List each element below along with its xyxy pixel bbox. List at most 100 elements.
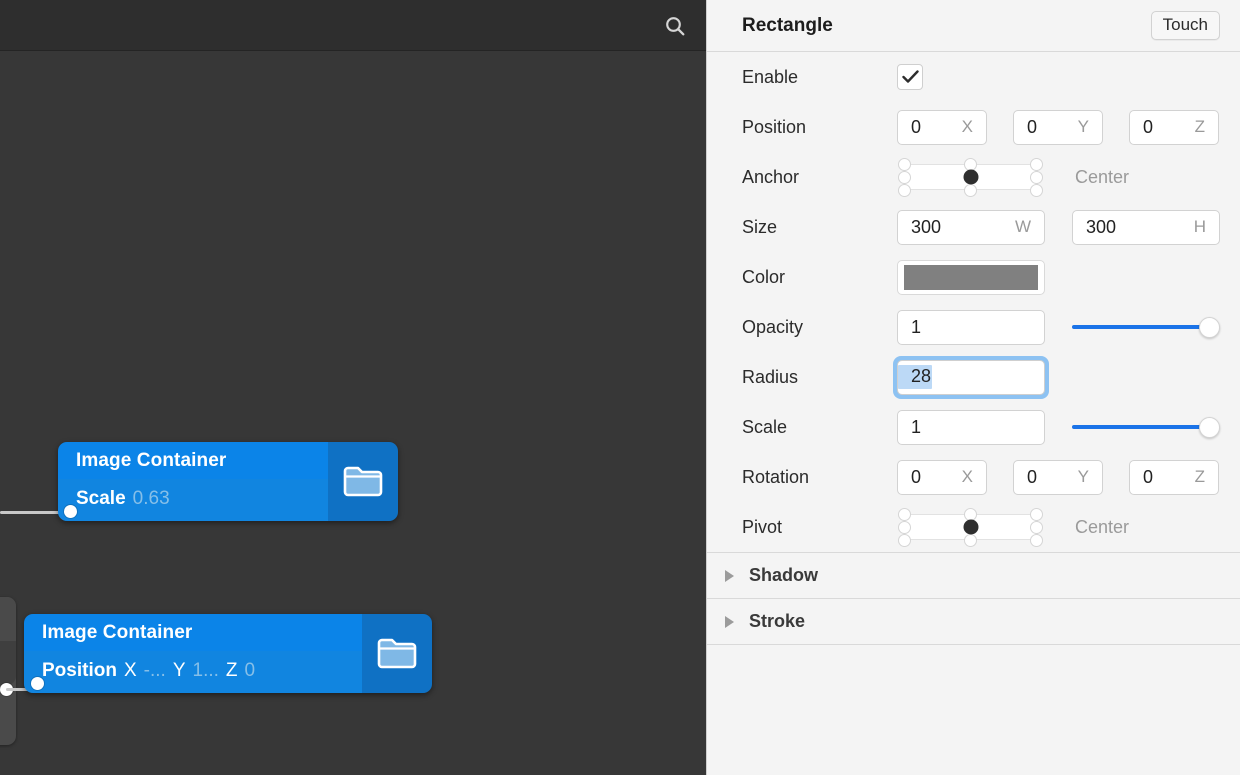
row-opacity: Opacity 1 bbox=[707, 302, 1240, 352]
canvas-toolbar bbox=[0, 0, 706, 51]
size-height-value: 300 bbox=[1086, 216, 1117, 237]
position-z-axis-label: Z bbox=[1194, 117, 1205, 136]
row-color: Color bbox=[707, 252, 1240, 302]
opacity-slider[interactable] bbox=[1072, 315, 1220, 339]
rotation-y-value: 0 bbox=[1027, 466, 1038, 487]
pivot-point-mid-right[interactable] bbox=[1030, 521, 1043, 534]
pivot-point-bottom-left[interactable] bbox=[898, 534, 911, 547]
anchor-point-bottom-left[interactable] bbox=[898, 184, 911, 197]
chevron-right-icon[interactable] bbox=[725, 569, 734, 582]
inspector-header: Rectangle Touch bbox=[707, 0, 1240, 52]
label-size: Size bbox=[742, 216, 778, 237]
size-fields: 300 W 300 H bbox=[897, 209, 1220, 245]
size-height-input[interactable]: 300 H bbox=[1072, 209, 1220, 245]
chevron-right-icon[interactable] bbox=[725, 615, 734, 628]
color-fields bbox=[897, 259, 1045, 295]
inspector-panel: Rectangle Touch Enable Position 0 X 0 Y … bbox=[706, 0, 1240, 775]
pivot-fields: Center bbox=[897, 507, 1129, 547]
row-scale: Scale 1 bbox=[707, 402, 1240, 452]
anchor-picker[interactable] bbox=[897, 157, 1045, 197]
anchor-value-label: Center bbox=[1075, 166, 1130, 187]
rotation-x-input[interactable]: 0 X bbox=[897, 459, 987, 495]
rotation-y-axis-label: Y bbox=[1077, 467, 1089, 486]
node-body: Image Container Position X -... Y 1... Z… bbox=[24, 614, 362, 693]
scale-slider-knob[interactable] bbox=[1199, 417, 1220, 438]
radius-fields: 28 bbox=[893, 355, 1049, 399]
anchor-point-center-selected[interactable] bbox=[963, 169, 979, 185]
position-y-axis-label: Y bbox=[1077, 117, 1089, 136]
pivot-point-top-left[interactable] bbox=[898, 508, 911, 521]
node-property-row[interactable]: Scale 0.63 bbox=[58, 479, 328, 521]
node-icon-pane[interactable] bbox=[362, 614, 432, 693]
pivot-point-mid-left[interactable] bbox=[898, 521, 911, 534]
position-x-input[interactable]: 0 X bbox=[897, 109, 987, 145]
anchor-point-mid-left[interactable] bbox=[898, 171, 911, 184]
anchor-point-top-left[interactable] bbox=[898, 158, 911, 171]
section-stroke-label: Stroke bbox=[749, 611, 806, 631]
anchor-point-bottom-center[interactable] bbox=[964, 184, 977, 197]
opacity-fields: 1 bbox=[897, 309, 1220, 345]
scale-slider[interactable] bbox=[1072, 415, 1220, 439]
label-anchor: Anchor bbox=[742, 166, 800, 187]
scale-slider-track bbox=[1072, 425, 1212, 429]
row-pivot: Pivot Center bbox=[707, 502, 1240, 552]
pivot-picker[interactable] bbox=[897, 507, 1045, 547]
opacity-slider-track bbox=[1072, 325, 1212, 329]
anchor-point-top-right[interactable] bbox=[1030, 158, 1043, 171]
node-title: Image Container bbox=[58, 442, 328, 479]
node-image-container-position[interactable]: Image Container Position X -... Y 1... Z… bbox=[24, 614, 432, 693]
label-color: Color bbox=[742, 266, 786, 287]
node-input-port[interactable] bbox=[31, 677, 44, 690]
position-z-value: 0 bbox=[1143, 116, 1154, 137]
pivot-point-bottom-center[interactable] bbox=[964, 534, 977, 547]
position-y-input[interactable]: 0 Y bbox=[1013, 109, 1103, 145]
node-input-port[interactable] bbox=[64, 505, 77, 518]
radius-input[interactable]: 28 bbox=[897, 359, 1045, 395]
color-swatch-button[interactable] bbox=[897, 259, 1045, 295]
opacity-input[interactable]: 1 bbox=[897, 309, 1045, 345]
folder-icon bbox=[343, 466, 383, 496]
node-icon-pane[interactable] bbox=[328, 442, 398, 521]
size-width-value: 300 bbox=[911, 216, 942, 237]
touch-button[interactable]: Touch bbox=[1150, 10, 1220, 41]
position-x-axis-label: X bbox=[961, 117, 973, 136]
anchor-point-bottom-right[interactable] bbox=[1030, 184, 1043, 197]
position-fields: 0 X 0 Y 0 Z bbox=[897, 109, 1219, 145]
pivot-point-bottom-right[interactable] bbox=[1030, 534, 1043, 547]
radius-input-focus-ring: 28 bbox=[893, 355, 1049, 399]
row-rotation: Rotation 0 X 0 Y 0 Z bbox=[707, 452, 1240, 502]
node-graph-canvas[interactable]: Image Container Scale 0.63 Image Contain… bbox=[0, 52, 706, 775]
node-property-value: 0.63 bbox=[132, 488, 170, 509]
rotation-x-axis-label: X bbox=[961, 467, 973, 486]
rotation-z-value: 0 bbox=[1143, 466, 1154, 487]
opacity-slider-knob[interactable] bbox=[1199, 317, 1220, 338]
pivot-point-center-selected[interactable] bbox=[963, 519, 979, 535]
rotation-z-input[interactable]: 0 Z bbox=[1129, 459, 1219, 495]
pivot-point-top-right[interactable] bbox=[1030, 508, 1043, 521]
search-icon[interactable] bbox=[661, 12, 689, 40]
clipped-node[interactable] bbox=[0, 597, 16, 745]
canvas-pane: Image Container Scale 0.63 Image Contain… bbox=[0, 0, 706, 775]
rotation-z-axis-label: Z bbox=[1194, 467, 1205, 486]
enable-fields bbox=[897, 64, 923, 90]
scale-input[interactable]: 1 bbox=[897, 409, 1045, 445]
node-property-row[interactable]: Position X -... Y 1... Z 0 bbox=[24, 651, 362, 693]
node-image-container-scale[interactable]: Image Container Scale 0.63 bbox=[58, 442, 398, 521]
section-shadow[interactable]: Shadow bbox=[707, 553, 1240, 599]
scale-fields: 1 bbox=[897, 409, 1220, 445]
radius-value: 28 bbox=[898, 365, 933, 389]
position-z-input[interactable]: 0 Z bbox=[1129, 109, 1219, 145]
label-position: Position bbox=[742, 116, 807, 137]
section-shadow-label: Shadow bbox=[749, 565, 819, 585]
size-width-input[interactable]: 300 W bbox=[897, 209, 1045, 245]
row-enable: Enable bbox=[707, 52, 1240, 102]
node-axis-x-value: -... bbox=[143, 660, 166, 681]
anchor-point-mid-right[interactable] bbox=[1030, 171, 1043, 184]
label-enable: Enable bbox=[742, 66, 799, 87]
rotation-y-input[interactable]: 0 Y bbox=[1013, 459, 1103, 495]
section-stroke[interactable]: Stroke bbox=[707, 599, 1240, 645]
enable-checkbox[interactable] bbox=[897, 64, 923, 90]
folder-icon bbox=[377, 638, 417, 668]
rotation-fields: 0 X 0 Y 0 Z bbox=[897, 459, 1219, 495]
label-pivot: Pivot bbox=[742, 516, 783, 537]
